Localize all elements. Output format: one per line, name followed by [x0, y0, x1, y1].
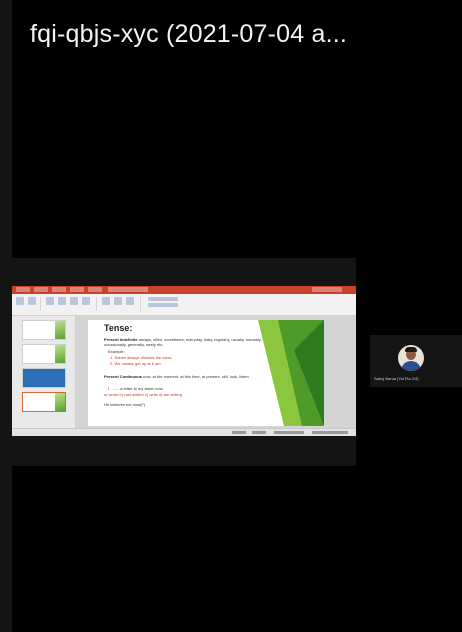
options-line: a) wrote b) had written c) write d) am w…: [104, 392, 182, 397]
participant-tile[interactable]: Sabuj Barua (Yoi Fia 2/3): [370, 335, 462, 387]
ribbon-tab: [88, 287, 102, 292]
ribbon-toolbar: [12, 294, 356, 316]
status-bar: [12, 428, 356, 436]
notes-button: [232, 431, 246, 434]
bullet-present-continuous: Present Continuous now, at the moment, a…: [104, 374, 264, 379]
shape-fill-icon: [126, 297, 134, 305]
question-line: I ........ a letter to my sister now.: [108, 386, 164, 391]
example-line: 1. Rahim always disturbs the class.: [110, 355, 173, 360]
presentation-screen: Tense: Present Indefinite always, often,…: [12, 286, 356, 436]
slide-thumbnail[interactable]: [22, 344, 66, 364]
paste-icon: [16, 297, 24, 305]
participant-name: Sabuj Barua (Yoi Fia 2/3): [374, 376, 419, 381]
replace-icon: [148, 303, 178, 307]
quick-styles-icon: [114, 297, 122, 305]
ribbon-divider: [96, 297, 97, 311]
font-icon: [58, 297, 66, 305]
ribbon-tab: [52, 287, 66, 292]
slide-thumbnail-pane: [12, 316, 76, 428]
comments-button: [252, 431, 266, 434]
zoom-slider: [312, 431, 348, 434]
new-slide-icon: [28, 297, 36, 305]
ribbon-tab: [70, 287, 84, 292]
view-buttons: [274, 431, 304, 434]
layout-icon: [46, 297, 54, 305]
find-icon: [148, 297, 178, 301]
ribbon-tab: [34, 287, 48, 292]
window-controls: [312, 287, 342, 292]
slide-thumbnail[interactable]: [22, 368, 66, 388]
slide-title: Tense:: [104, 323, 133, 333]
participant-avatar: [398, 345, 424, 371]
slide: Tense: Present Indefinite always, often,…: [88, 320, 324, 426]
shapes-icon: [82, 297, 90, 305]
arrange-icon: [102, 297, 110, 305]
slide-thumbnail-selected[interactable]: [22, 392, 66, 412]
example-line: 2. We usually get up at 6 am.: [110, 361, 162, 366]
ribbon-divider: [140, 297, 141, 311]
example-label: Example:: [108, 349, 125, 354]
left-edge-strip: [0, 0, 12, 632]
bullet-text: now, at the moment, at this time, at pre…: [143, 374, 250, 379]
shared-screen-tile[interactable]: Tense: Present Indefinite always, often,…: [12, 258, 356, 466]
question-line: He believes me now(F): [104, 402, 146, 407]
bullet-present-indefinite: Present Indefinite always, often, someti…: [104, 337, 264, 347]
window-title-bar: [108, 287, 148, 292]
paragraph-icon: [70, 297, 78, 305]
slide-thumbnail[interactable]: [22, 320, 66, 340]
ribbon-divider: [40, 297, 41, 311]
meeting-title: fqi-qbjs-xyc (2021-07-04 a...: [30, 20, 348, 48]
ribbon-tab: [16, 287, 30, 292]
green-decoration: [258, 320, 324, 426]
bullet-heading: Present Continuous: [104, 374, 143, 379]
ribbon-tab-bar: [12, 286, 356, 294]
